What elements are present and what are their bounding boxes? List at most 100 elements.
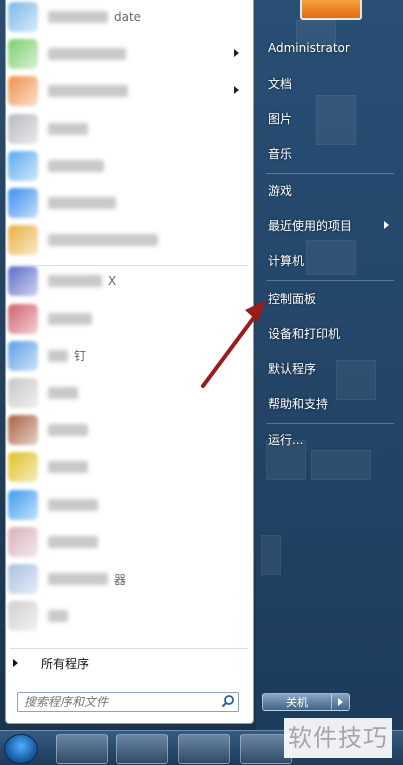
program-label-blurred (48, 535, 98, 548)
recent-label: 最近使用的项目 (268, 218, 353, 233)
program-label-blurred (48, 197, 116, 209)
program-label-text: 钉 (74, 349, 87, 364)
program-label-blurred (48, 424, 88, 437)
user-name-link[interactable]: Administrator (262, 34, 399, 62)
program-list-item[interactable] (6, 38, 249, 70)
program-list-item[interactable] (6, 113, 249, 145)
shutdown-label: 关机 (286, 696, 308, 709)
program-icon (8, 452, 38, 483)
program-icon (8, 340, 38, 371)
right-pane-separator (266, 173, 394, 174)
program-icon (8, 150, 38, 181)
program-list-item[interactable] (6, 451, 249, 483)
program-label-blurred (48, 387, 78, 399)
program-icon (8, 489, 38, 520)
search-input[interactable] (18, 693, 218, 711)
shutdown-options-button[interactable] (332, 693, 350, 711)
menu-item-music[interactable]: 音乐 (262, 139, 399, 167)
taskbar-app-button[interactable] (116, 734, 168, 764)
program-icon (8, 113, 38, 144)
program-list-item[interactable]: date (6, 1, 249, 33)
program-list-item[interactable] (6, 187, 249, 219)
program-icon (8, 564, 38, 594)
program-label-text: 器 (114, 572, 127, 587)
program-list-item[interactable] (6, 75, 249, 107)
all-programs-separator (10, 648, 248, 649)
program-list-item[interactable]: X (6, 265, 249, 297)
program-label-blurred (48, 85, 128, 98)
program-list-item[interactable] (6, 600, 249, 632)
menu-item-games[interactable]: 游戏 (262, 176, 399, 204)
program-icon (8, 378, 38, 408)
all-programs-button[interactable]: 所有程序 (10, 652, 248, 674)
program-icon (8, 526, 38, 557)
music-label: 音乐 (268, 146, 293, 161)
program-icon (8, 225, 38, 256)
program-label-blurred (48, 275, 102, 288)
start-menu: date X 钉器 所有程序 Administrator 文档 图片 音乐 游戏 最… (0, 0, 403, 730)
program-label-blurred (48, 573, 108, 585)
program-icon (8, 39, 38, 70)
program-icon (8, 601, 38, 632)
program-icon (8, 303, 38, 334)
program-list-item[interactable] (6, 224, 249, 256)
program-list-item[interactable] (6, 414, 249, 446)
shutdown-button[interactable]: 关机 (262, 693, 332, 711)
program-list-item[interactable] (6, 526, 249, 558)
taskbar-app-button[interactable] (178, 734, 230, 764)
chevron-right-icon (13, 659, 18, 667)
program-label-blurred (48, 122, 88, 135)
program-icon (8, 188, 38, 218)
program-icon (8, 76, 38, 107)
program-label-blurred (48, 159, 104, 172)
search-icon[interactable] (218, 693, 238, 711)
shutdown-control: 关机 (262, 693, 352, 711)
all-programs-label: 所有程序 (41, 656, 90, 671)
documents-label: 文档 (268, 76, 293, 91)
default-programs-label: 默认程序 (268, 361, 317, 376)
menu-item-computer[interactable]: 计算机 (262, 246, 399, 274)
menu-item-pictures[interactable]: 图片 (262, 104, 399, 132)
program-list-separator (10, 265, 248, 266)
right-pane-separator (266, 280, 394, 281)
program-list-item[interactable]: 钉 (6, 340, 249, 372)
program-label-blurred (48, 349, 68, 362)
program-icon (8, 266, 38, 297)
menu-item-documents[interactable]: 文档 (262, 69, 399, 97)
program-label-text: date (114, 10, 142, 24)
right-pane-separator (266, 423, 394, 424)
program-label-blurred (48, 11, 108, 23)
program-label-blurred (48, 48, 126, 61)
program-label-blurred (48, 498, 98, 511)
menu-item-control-panel[interactable]: 控制面板 (262, 284, 399, 312)
menu-item-help-support[interactable]: 帮助和支持 (262, 389, 399, 417)
program-label-blurred (48, 610, 68, 623)
menu-item-default-programs[interactable]: 默认程序 (262, 354, 399, 382)
help-label: 帮助和支持 (268, 396, 329, 411)
taskbar-explorer-button[interactable] (56, 734, 108, 764)
start-button[interactable] (4, 734, 38, 764)
chevron-right-icon (234, 49, 239, 58)
program-label-blurred (48, 461, 88, 474)
program-list-item[interactable] (6, 489, 249, 521)
menu-item-recent[interactable]: 最近使用的项目 (262, 211, 399, 239)
chevron-right-icon (234, 86, 239, 95)
user-name-label: Administrator (268, 41, 350, 55)
menu-item-devices-printers[interactable]: 设备和打印机 (262, 319, 399, 347)
program-list-item[interactable] (6, 303, 249, 335)
search-box[interactable] (17, 692, 239, 712)
program-list-item[interactable]: 器 (6, 563, 249, 595)
program-label-blurred (48, 312, 92, 325)
program-label-text: X (108, 274, 117, 289)
program-list-item[interactable] (6, 150, 249, 182)
watermark: 软件技巧 (284, 718, 392, 758)
user-picture[interactable] (300, 0, 362, 20)
devices-label: 设备和打印机 (268, 326, 341, 341)
program-list-item[interactable] (6, 377, 249, 409)
program-icon (8, 2, 38, 32)
run-label: 运行... (268, 432, 304, 447)
menu-item-run[interactable]: 运行... (262, 425, 399, 453)
pictures-label: 图片 (268, 111, 293, 126)
control-panel-label: 控制面板 (268, 291, 317, 306)
program-label-blurred (48, 234, 158, 247)
